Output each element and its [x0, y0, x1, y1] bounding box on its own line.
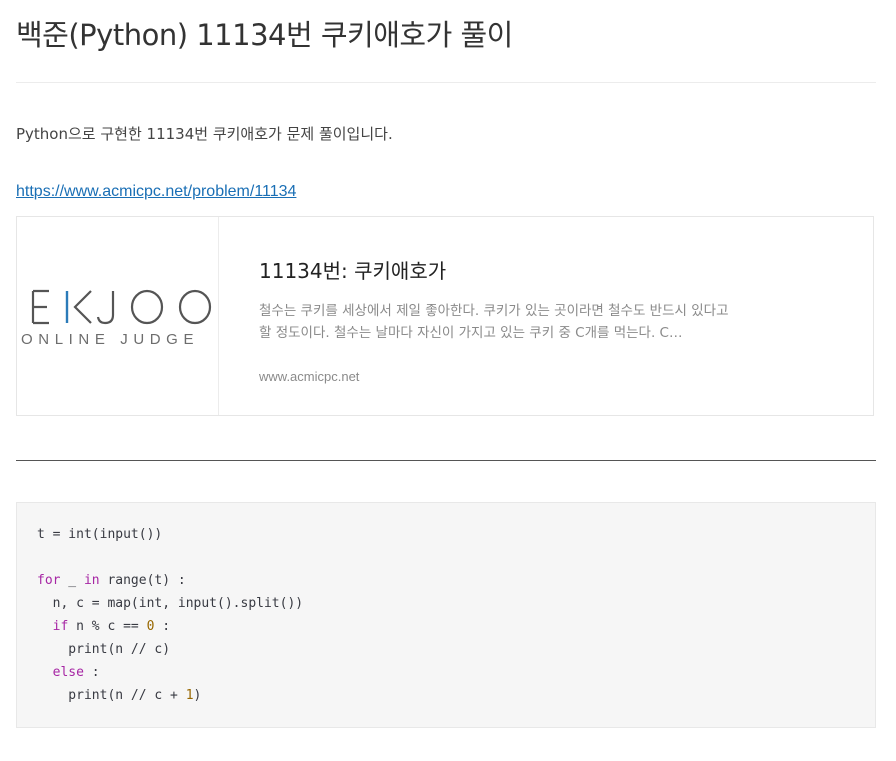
section-divider	[16, 460, 876, 461]
code-line: n, c = map(int, input().split())	[37, 592, 303, 615]
code-keyword: in	[83, 573, 100, 588]
logo-subtitle: ONLINE JUDGE	[21, 331, 200, 348]
code-number: 1	[185, 688, 194, 703]
code-line: if n % c == 0 :	[37, 615, 303, 638]
title-divider	[16, 82, 876, 83]
intro-text: Python으로 구현한 11134번 쿠키애호가 문제 풀이입니다.	[16, 125, 393, 143]
code-block: t = int(input()) for _ in range(t) : n, c…	[16, 502, 876, 728]
card-thumbnail: ONLINE JUDGE	[17, 217, 219, 415]
code-line: t = int(input())	[37, 523, 303, 546]
code-token: t = int(input())	[37, 527, 163, 542]
card-description: 철수는 쿠키를 세상에서 제일 좋아한다. 쿠키가 있는 곳이라면 철수도 반드…	[259, 303, 729, 341]
code-token: :	[83, 665, 100, 680]
card-url: www.acmicpc.net	[259, 369, 360, 384]
code-token: print(n // c +	[37, 688, 186, 703]
link-preview-card[interactable]: ONLINE JUDGE 11134번: 쿠키애호가 철수는 쿠키를 세상에서 …	[16, 216, 874, 416]
code-token: n, c = map(int, input().split())	[37, 596, 304, 611]
code-token: print(n // c)	[37, 642, 171, 657]
code-line: for _ in range(t) :	[37, 569, 303, 592]
baekjoon-logo	[31, 289, 212, 325]
code-token: n % c ==	[68, 619, 147, 634]
code-keyword: else	[52, 665, 84, 680]
page-title: 백준(Python) 11134번 쿠키애호가 풀이	[16, 18, 513, 52]
card-title: 11134번: 쿠키애호가	[259, 259, 447, 283]
code-token: range(t) :	[99, 573, 186, 588]
code-token: _	[60, 573, 84, 588]
code-token: )	[193, 688, 202, 703]
code-content: t = int(input()) for _ in range(t) : n, c…	[37, 523, 303, 707]
code-token: :	[154, 619, 171, 634]
problem-link[interactable]: https://www.acmicpc.net/problem/11134	[16, 181, 296, 203]
code-line: print(n // c)	[37, 638, 303, 661]
code-line: else :	[37, 661, 303, 684]
code-keyword: for	[37, 573, 61, 588]
code-line: print(n // c + 1)	[37, 684, 303, 707]
code-keyword: if	[52, 619, 69, 634]
